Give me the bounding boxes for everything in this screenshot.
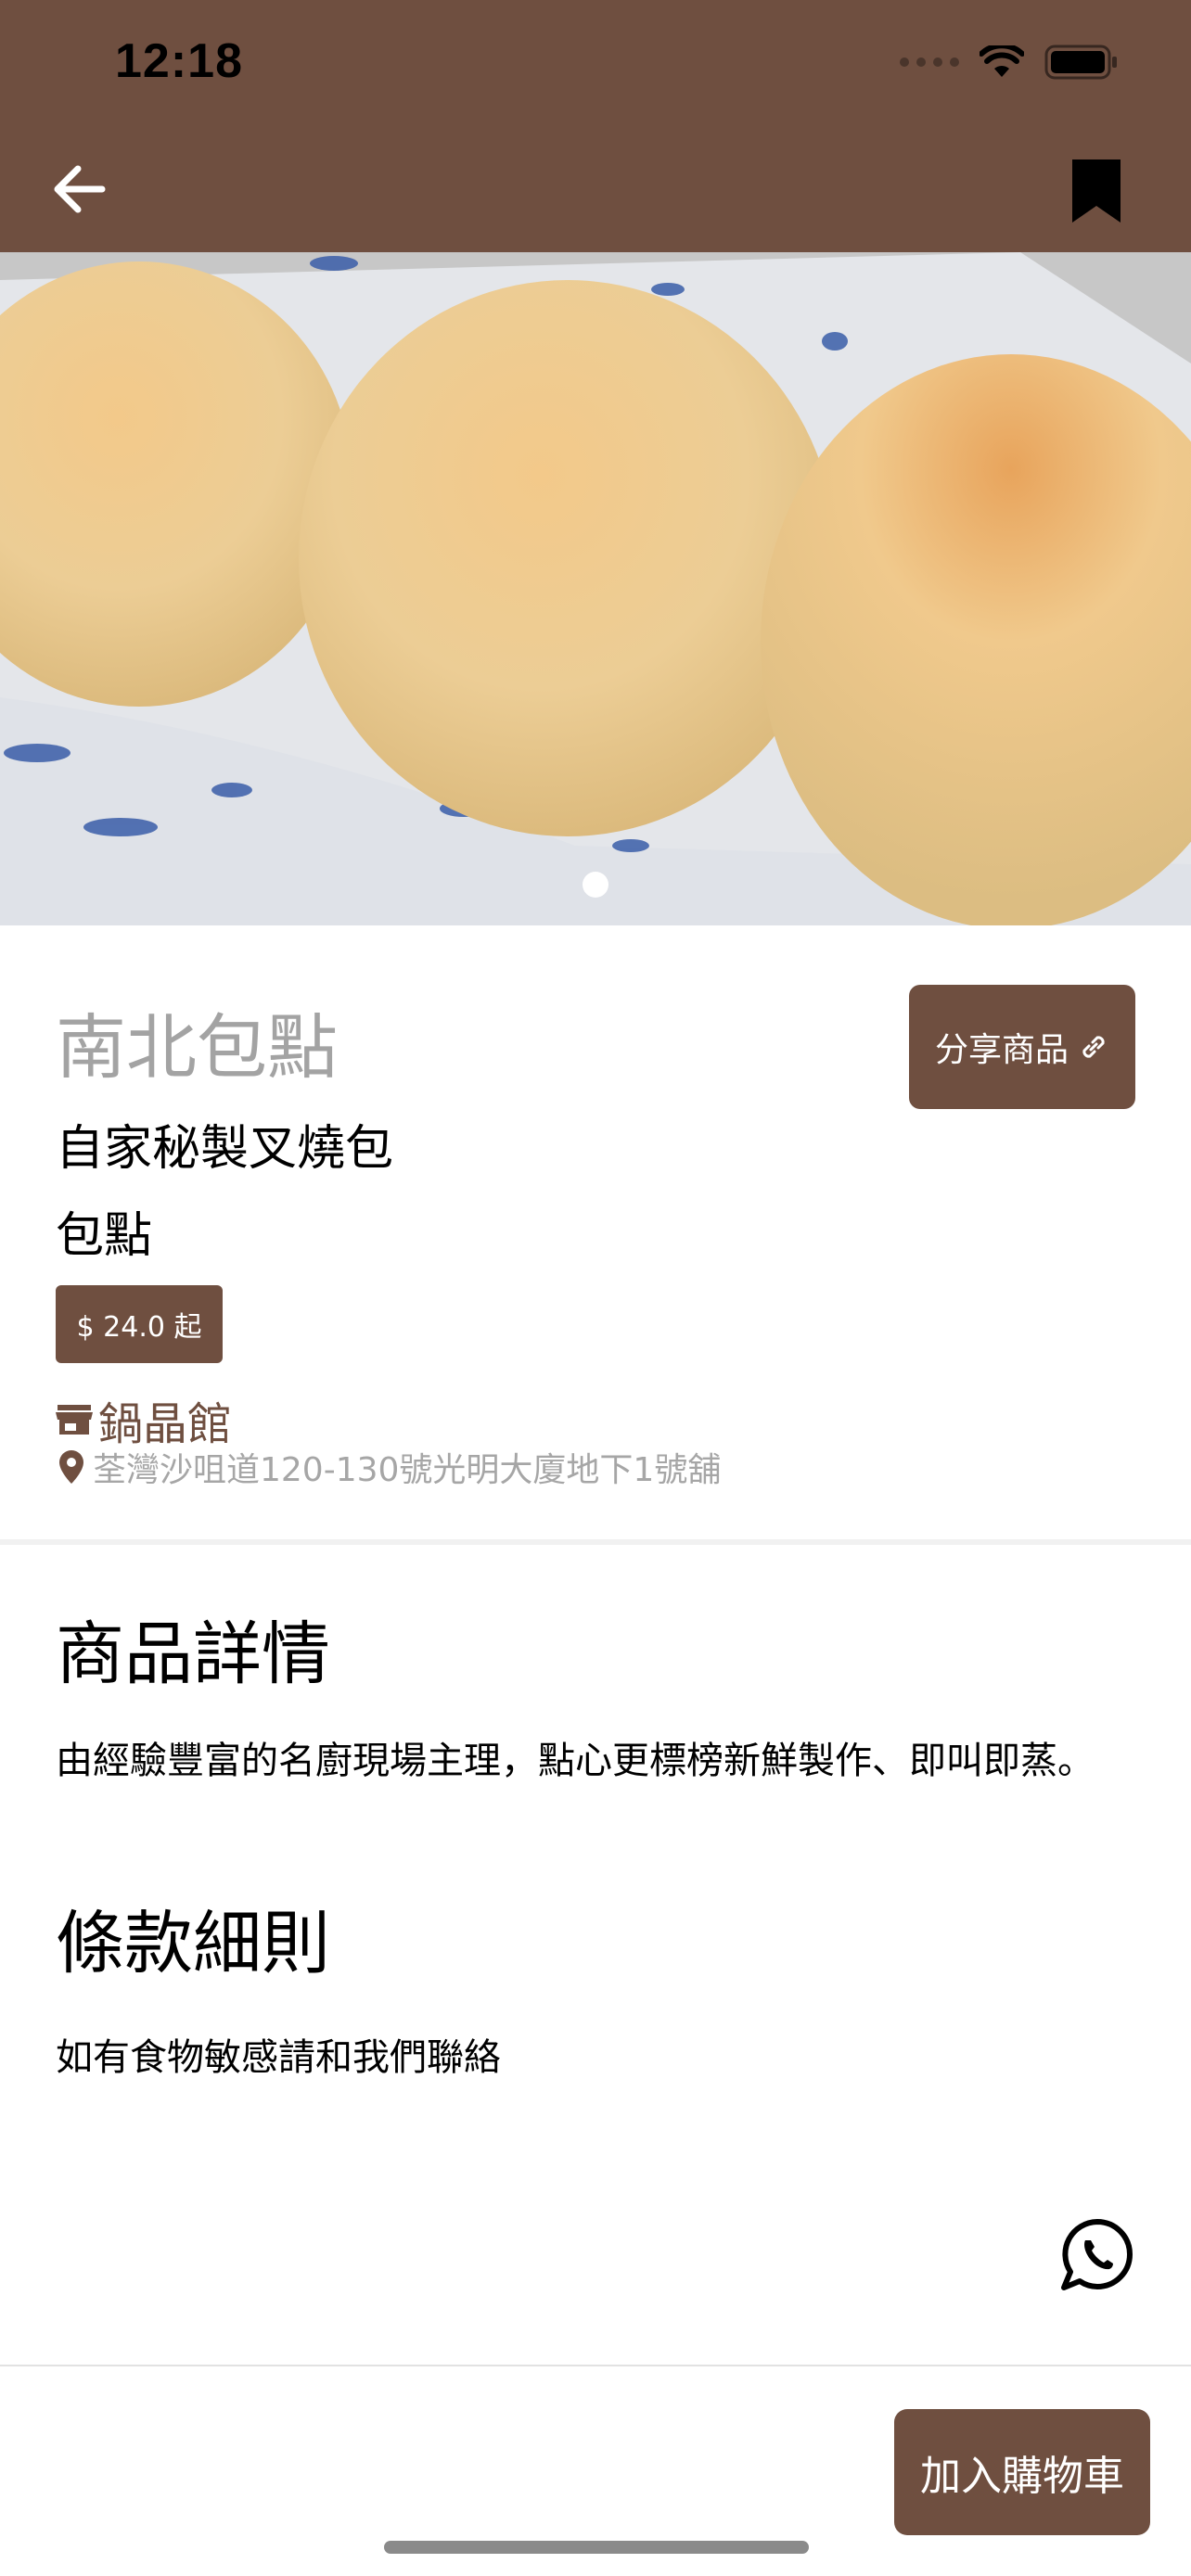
share-product-button[interactable]: 分享商品 [909,985,1135,1109]
wifi-icon [980,45,1024,77]
location-pin-icon [59,1450,83,1484]
product-detail-screen: 12:18 南北包點 分享商品 自家秘製叉燒包 包點 $ 24.0 起 鍋晶館 … [0,0,1191,2576]
bookmark-button[interactable] [1069,156,1124,226]
arrow-left-icon [54,165,106,213]
product-category: 包點 [56,1208,153,1264]
bottom-bar-divider [0,2365,1191,2366]
home-indicator[interactable] [384,2541,809,2554]
add-to-cart-button[interactable]: 加入購物車 [894,2409,1150,2535]
status-icons [900,45,1119,80]
storefront-icon [56,1405,93,1435]
address-text: 荃灣沙咀道120-130號光明大廈地下1號舖 [93,1451,722,1489]
cellular-signal-icon [900,57,959,67]
product-name: 自家秘製叉燒包 [56,1121,394,1177]
details-text: 由經驗豐富的名廚現場主理，點心更標榜新鮮製作、即叫即蒸。 [56,1740,1095,1782]
details-heading: 商品詳情 [56,1614,330,1694]
top-bar: 12:18 [0,0,1191,252]
status-time: 12:18 [115,34,243,88]
terms-text: 如有食物敏感請和我們聯絡 [56,2036,501,2079]
store-address: 荃灣沙咀道120-130號光明大廈地下1號舖 [59,1443,721,1491]
share-label: 分享商品 [934,1031,1069,1069]
product-image-carousel[interactable] [0,252,1191,925]
carousel-dot-active[interactable] [583,872,608,898]
product-photo [0,252,1191,925]
link-icon [1082,1036,1105,1058]
back-button[interactable] [48,158,111,221]
merchant-name: 南北包點 [56,1006,338,1089]
battery-icon [1044,45,1117,80]
price-badge: $ 24.0 起 [56,1285,223,1363]
whatsapp-button[interactable] [1059,2216,1135,2292]
terms-heading: 條款細則 [56,1904,330,1983]
whatsapp-icon [1061,2219,1133,2290]
bookmark-icon [1072,159,1121,223]
section-divider [0,1539,1191,1545]
